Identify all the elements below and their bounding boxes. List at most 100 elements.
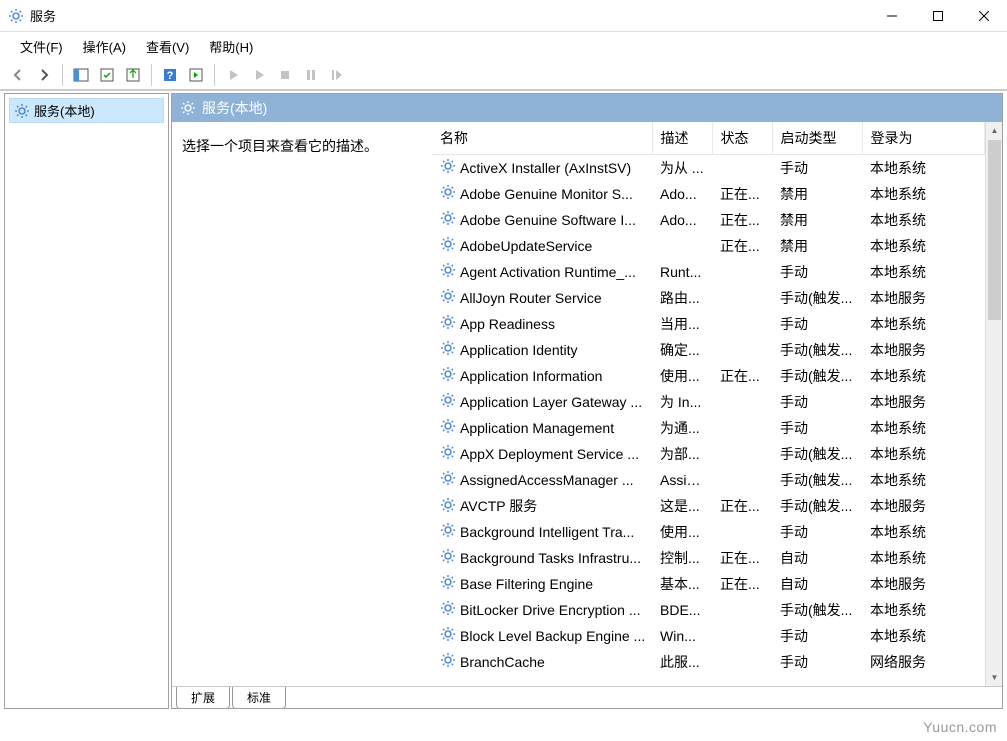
scroll-up-button[interactable]: ▲	[986, 122, 1002, 139]
service-name: Block Level Backup Engine ...	[460, 628, 645, 644]
export-list-button[interactable]	[95, 63, 119, 87]
tab-extended[interactable]: 扩展	[176, 687, 230, 709]
service-logon: 本地系统	[862, 623, 985, 649]
vertical-scrollbar[interactable]: ▲ ▼	[985, 122, 1002, 686]
properties-button[interactable]	[184, 63, 208, 87]
service-startup: 手动	[772, 311, 862, 337]
menu-action[interactable]: 操作(A)	[73, 33, 136, 60]
service-row[interactable]: BitLocker Drive Encryption ...BDE...手动(触…	[432, 597, 985, 623]
service-desc: 基本...	[652, 571, 712, 597]
service-desc: 此服...	[652, 649, 712, 675]
service-status	[712, 337, 772, 363]
start-service-alt-button[interactable]	[247, 63, 271, 87]
service-status: 正在...	[712, 181, 772, 207]
column-startup[interactable]: 启动类型	[772, 122, 862, 155]
column-desc[interactable]: 描述	[652, 122, 712, 155]
app-icon	[8, 8, 24, 24]
service-name: AdobeUpdateService	[460, 238, 592, 254]
service-icon	[440, 210, 456, 229]
service-desc: 路由...	[652, 285, 712, 311]
service-status: 正在...	[712, 493, 772, 519]
service-row[interactable]: Base Filtering Engine基本...正在...自动本地服务	[432, 571, 985, 597]
help-button[interactable]: ?	[158, 63, 182, 87]
service-desc: Runt...	[652, 259, 712, 285]
service-logon: 本地系统	[862, 415, 985, 441]
service-name: Adobe Genuine Software I...	[460, 212, 636, 228]
refresh-button[interactable]	[121, 63, 145, 87]
service-logon: 本地系统	[862, 311, 985, 337]
service-desc: Win...	[652, 623, 712, 649]
service-name: AppX Deployment Service ...	[460, 446, 639, 462]
column-name[interactable]: 名称	[432, 122, 652, 155]
service-row[interactable]: Application Identity确定...手动(触发...本地服务	[432, 337, 985, 363]
service-icon	[440, 626, 456, 645]
service-desc: 使用...	[652, 519, 712, 545]
service-startup: 手动	[772, 623, 862, 649]
service-startup: 禁用	[772, 233, 862, 259]
pane-title: 服务(本地)	[202, 98, 267, 118]
service-row[interactable]: AppX Deployment Service ...为部...手动(触发...…	[432, 441, 985, 467]
service-desc: 为 In...	[652, 389, 712, 415]
restart-service-button[interactable]	[325, 63, 349, 87]
service-row[interactable]: Application Management为通...手动本地系统	[432, 415, 985, 441]
back-button[interactable]	[6, 63, 30, 87]
watermark: Yuucn.com	[923, 719, 997, 735]
service-name: BranchCache	[460, 654, 545, 670]
service-name: AVCTP 服务	[460, 496, 537, 516]
tab-standard[interactable]: 标准	[232, 687, 286, 709]
service-startup: 手动	[772, 259, 862, 285]
service-logon: 本地服务	[862, 493, 985, 519]
close-button[interactable]	[961, 0, 1007, 31]
service-row[interactable]: Application Information使用...正在...手动(触发..…	[432, 363, 985, 389]
scroll-down-button[interactable]: ▼	[986, 669, 1002, 686]
service-row[interactable]: App Readiness当用...手动本地系统	[432, 311, 985, 337]
service-logon: 本地系统	[862, 207, 985, 233]
service-row[interactable]: Background Tasks Infrastru...控制...正在...自…	[432, 545, 985, 571]
service-row[interactable]: AdobeUpdateService正在...禁用本地系统	[432, 233, 985, 259]
service-row[interactable]: AssignedAccessManager ...Assig...手动(触发..…	[432, 467, 985, 493]
service-row[interactable]: Agent Activation Runtime_...Runt...手动本地系…	[432, 259, 985, 285]
scroll-thumb[interactable]	[988, 140, 1001, 320]
service-name: AllJoyn Router Service	[460, 290, 602, 306]
service-status	[712, 597, 772, 623]
service-row[interactable]: AllJoyn Router Service路由...手动(触发...本地服务	[432, 285, 985, 311]
tree-node-label: 服务(本地)	[34, 101, 95, 120]
menu-file[interactable]: 文件(F)	[10, 33, 73, 60]
service-row[interactable]: ActiveX Installer (AxInstSV)为从 ...手动本地系统	[432, 155, 985, 182]
service-row[interactable]: Background Intelligent Tra... 使用... 手动本地系统	[432, 519, 985, 545]
show-hide-tree-button[interactable]	[69, 63, 93, 87]
forward-button[interactable]	[32, 63, 56, 87]
service-logon: 本地系统	[862, 233, 985, 259]
service-name: Background Intelligent Tra...	[460, 524, 634, 540]
menu-view[interactable]: 查看(V)	[136, 33, 199, 60]
service-row[interactable]: Block Level Backup Engine ... Win... 手动本地系…	[432, 623, 985, 649]
service-row[interactable]: BranchCache此服...手动网络服务	[432, 649, 985, 675]
service-desc: 确定...	[652, 337, 712, 363]
service-logon: 本地系统	[862, 545, 985, 571]
service-row[interactable]: Application Layer Gateway ...为 In...手动本地…	[432, 389, 985, 415]
tree-node-services[interactable]: 服务(本地)	[9, 98, 164, 123]
pause-service-button[interactable]	[299, 63, 323, 87]
service-row[interactable]: Adobe Genuine Software I...Ado...正在...禁用…	[432, 207, 985, 233]
service-row[interactable]: Adobe Genuine Monitor S...Ado...正在...禁用本…	[432, 181, 985, 207]
service-status	[712, 155, 772, 182]
service-status	[712, 415, 772, 441]
service-name: BitLocker Drive Encryption ...	[460, 602, 641, 618]
start-service-button[interactable]	[221, 63, 245, 87]
stop-service-button[interactable]	[273, 63, 297, 87]
service-icon	[440, 392, 456, 411]
service-logon: 本地服务	[862, 571, 985, 597]
service-name: App Readiness	[460, 316, 555, 332]
minimize-button[interactable]	[869, 0, 915, 31]
service-startup: 手动	[772, 155, 862, 182]
service-logon: 本地系统	[862, 519, 985, 545]
maximize-button[interactable]	[915, 0, 961, 31]
column-logon[interactable]: 登录为	[862, 122, 985, 155]
service-startup: 手动	[772, 519, 862, 545]
svg-text:?: ?	[167, 70, 174, 82]
menu-help[interactable]: 帮助(H)	[199, 33, 263, 60]
column-status[interactable]: 状态	[712, 122, 772, 155]
service-icon	[440, 652, 456, 671]
service-icon	[440, 288, 456, 307]
service-row[interactable]: AVCTP 服务这是...正在...手动(触发...本地服务	[432, 493, 985, 519]
